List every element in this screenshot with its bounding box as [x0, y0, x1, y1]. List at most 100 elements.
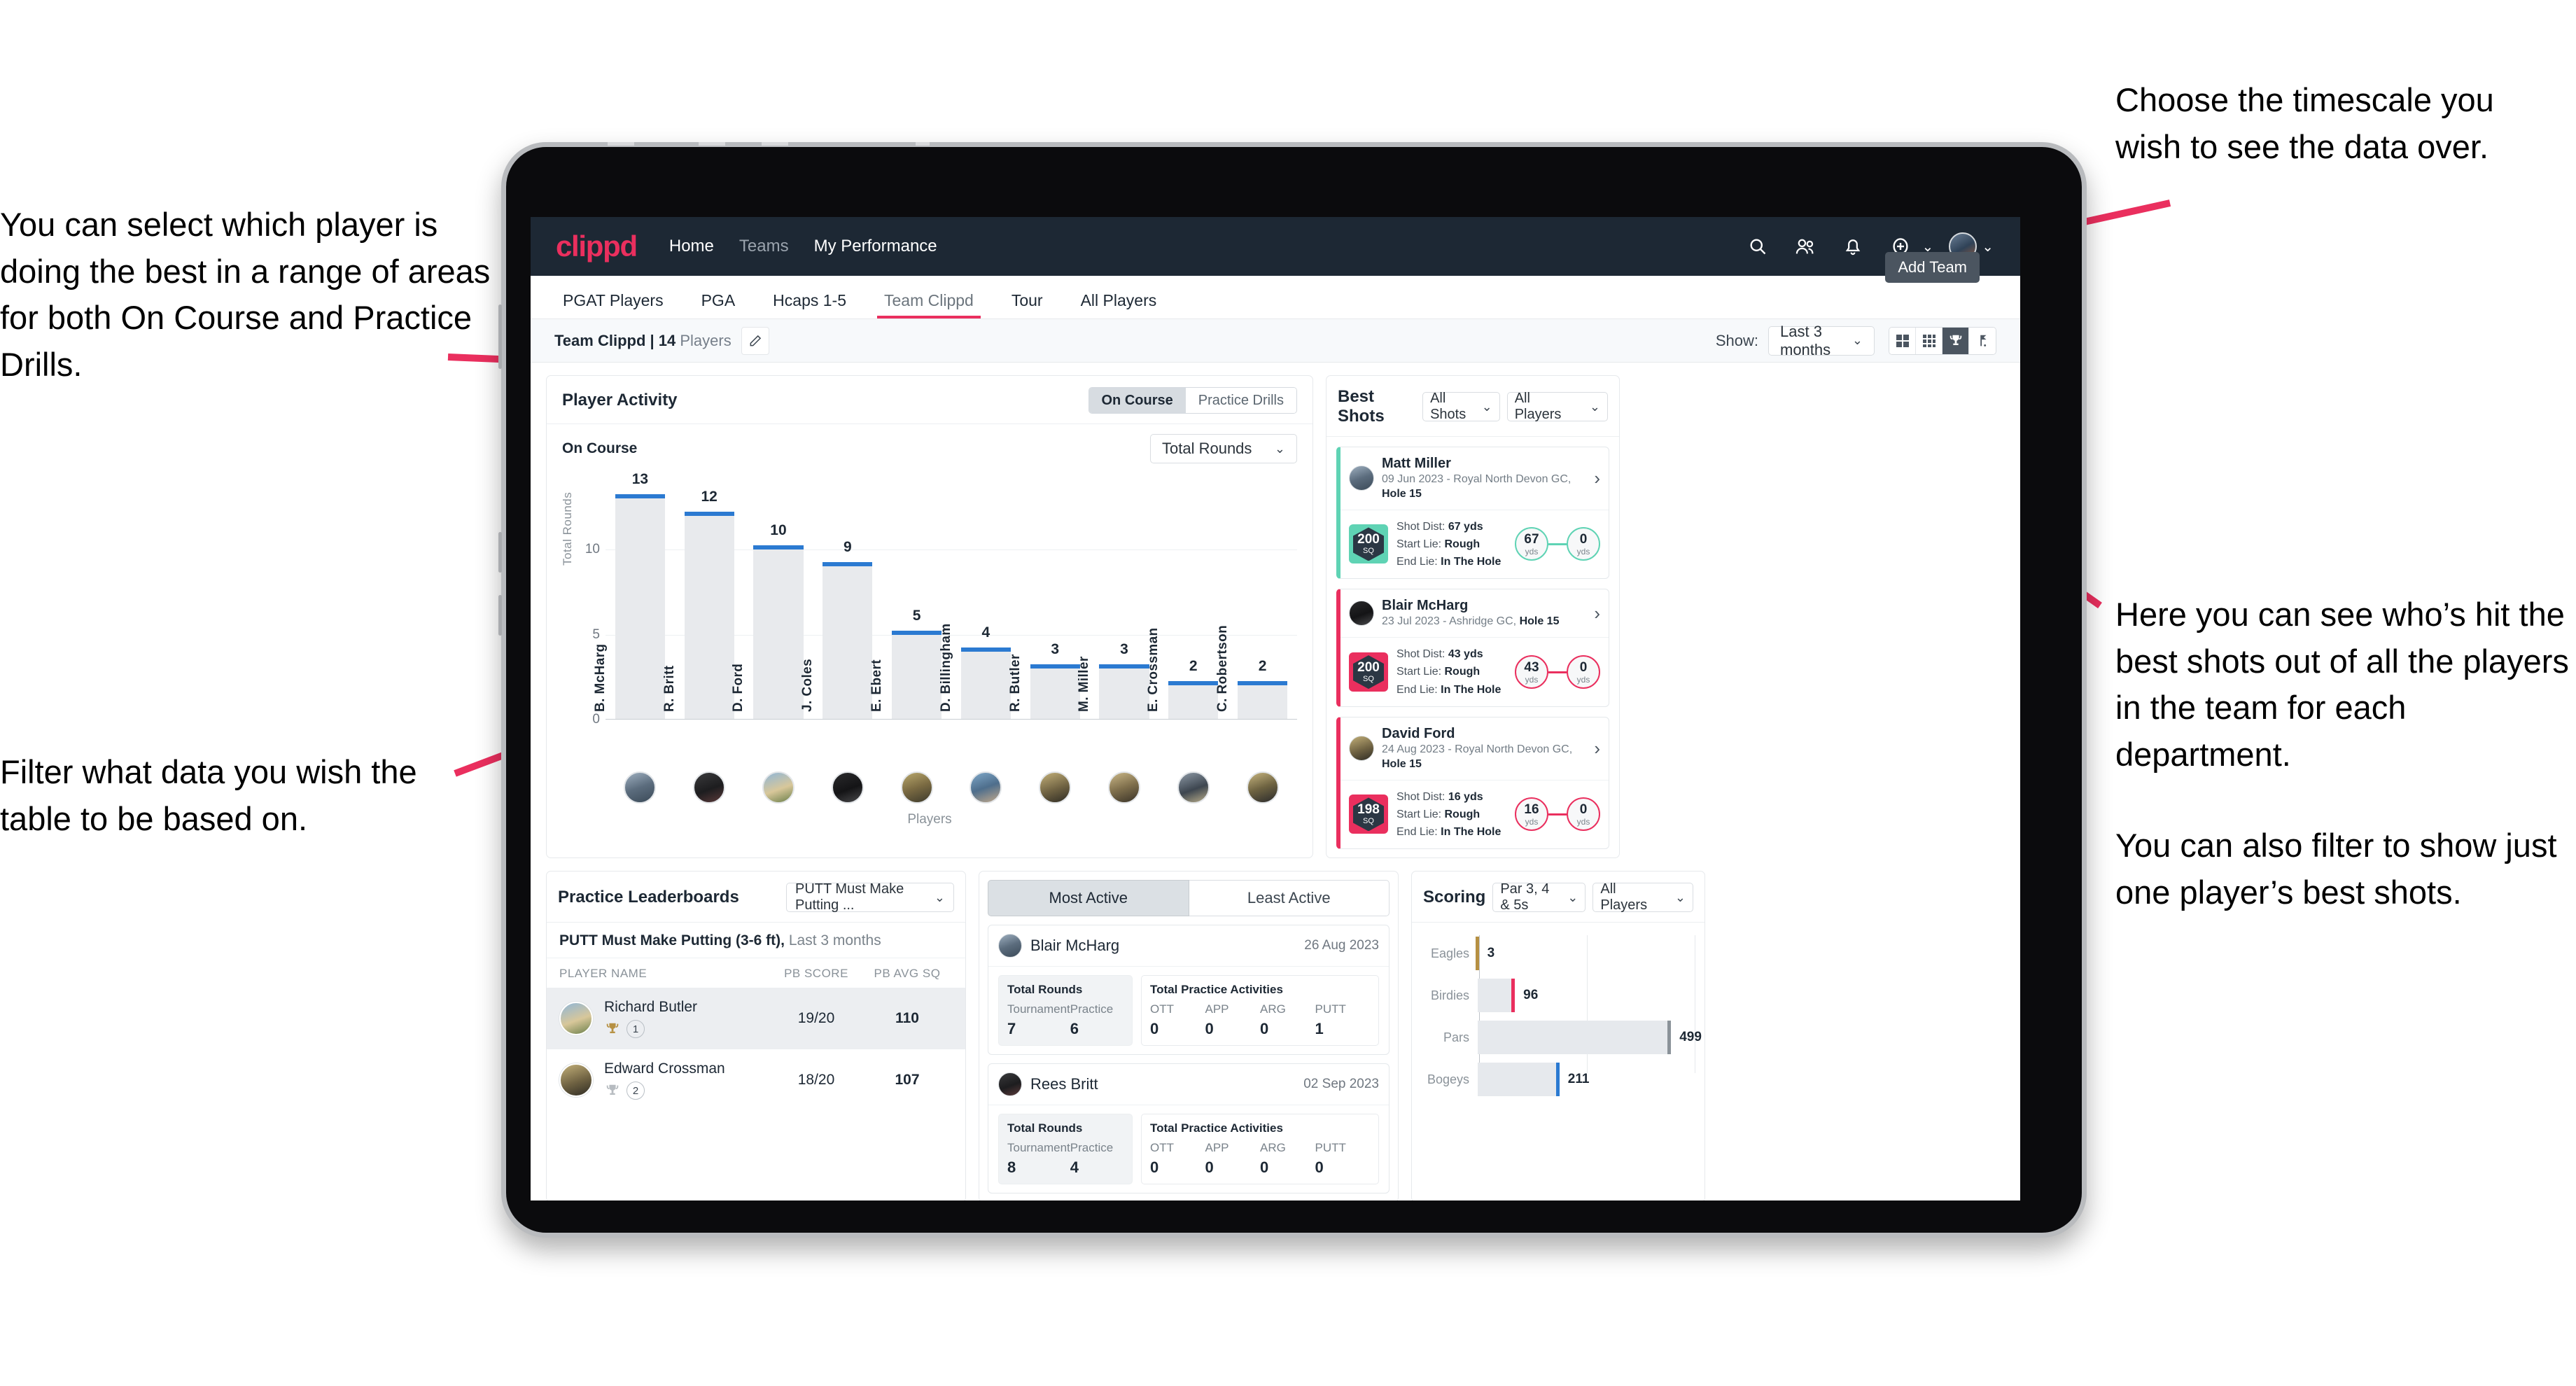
best-shot-stats: Shot Dist: 43 yds Start Lie: Rough End Lie…: [1396, 648, 1502, 696]
practice-value: 0: [1205, 1158, 1214, 1177]
bar-label: R. Butler: [1007, 654, 1023, 712]
grid-small-icon-button[interactable]: [1916, 327, 1942, 354]
practice-key: ARG: [1260, 1002, 1286, 1016]
player-avatar[interactable]: [1177, 771, 1210, 804]
player-avatar[interactable]: [969, 771, 1002, 804]
bell-icon[interactable]: [1837, 230, 1869, 262]
flag-icon-button[interactable]: [1969, 327, 1996, 354]
best-shot-header: Blair McHarg 23 Jul 2023 - Ashridge GC, H…: [1340, 589, 1609, 638]
timescale-select[interactable]: Last 3 months ⌄: [1768, 323, 1875, 358]
nav-link-my-performance[interactable]: My Performance: [814, 237, 937, 256]
nav-link-home[interactable]: Home: [669, 237, 714, 256]
bar-m-miller[interactable]: 3 M. Miller: [1077, 641, 1149, 719]
view-toggle-group: [1889, 326, 1996, 355]
best-shot-card[interactable]: Matt Miller 09 Jun 2023 - Royal North Dev…: [1336, 447, 1609, 580]
player-avatar[interactable]: [693, 771, 726, 804]
scoring-bar[interactable]: [1478, 1063, 1560, 1097]
best-shots-shot-filter[interactable]: All Shots ⌄: [1422, 391, 1500, 422]
bar-r-butler[interactable]: 3 R. Butler: [1008, 641, 1080, 719]
nav-link-teams[interactable]: Teams: [739, 237, 789, 256]
bar-cap: [892, 630, 942, 635]
team-title: Team Clippd | 14 Players: [554, 332, 732, 350]
segment-on-course[interactable]: On Course: [1088, 388, 1186, 413]
avatar-chevron-down-icon[interactable]: ⌄: [1982, 238, 1994, 255]
team-members-icon[interactable]: [1789, 230, 1821, 262]
chevron-right-icon[interactable]: ›: [1594, 469, 1600, 487]
bar-e-crossman[interactable]: 2 E. Crossman: [1146, 627, 1219, 719]
player-avatar-row: [606, 771, 1297, 804]
tab-team-clippd[interactable]: Team Clippd: [877, 291, 981, 318]
bar-c-robertson[interactable]: 2 C. Robertson: [1215, 625, 1288, 719]
practice-key: OTT: [1150, 1141, 1174, 1155]
scoring-bar[interactable]: [1478, 979, 1516, 1013]
bar-value: 5: [912, 607, 921, 624]
scoring-bar[interactable]: [1475, 937, 1479, 971]
bar-value: 13: [631, 471, 649, 488]
bar-d-ford[interactable]: 10 D. Ford: [731, 522, 804, 719]
tab-tour[interactable]: Tour: [1004, 291, 1050, 318]
activity-item[interactable]: Blair McHarg 26 Aug 2023 Total Rounds Tourn…: [988, 925, 1390, 1056]
grid-large-icon-button[interactable]: [1889, 327, 1916, 354]
edit-pencil-icon[interactable]: [741, 326, 769, 355]
player-avatar[interactable]: [624, 771, 657, 804]
best-shot-card[interactable]: Blair McHarg 23 Jul 2023 - Ashridge GC, H…: [1336, 589, 1609, 707]
rank-badge: 1: [626, 1020, 645, 1039]
chevron-down-icon: ⌄: [1274, 441, 1285, 456]
best-shots-player-filter[interactable]: All Players ⌄: [1506, 391, 1609, 422]
chevron-right-icon[interactable]: ›: [1594, 604, 1600, 622]
best-shot-body: 200 SQ Shot Dist: 67 yds Start Lie: Rough En…: [1340, 510, 1609, 579]
best-shot-player-name: Blair McHarg: [1382, 598, 1469, 614]
best-shot-card[interactable]: David Ford 24 Aug 2023 - Royal North Devo…: [1336, 716, 1609, 850]
player-avatar[interactable]: [1107, 771, 1140, 804]
shot-distance-diagram: 16 yds 0 yds: [1515, 797, 1600, 832]
drill-select[interactable]: PUTT Must Make Putting ... ⌄: [786, 881, 954, 913]
bar-e-ebert[interactable]: 5 E. Ebert: [869, 608, 942, 719]
tab-most-active[interactable]: Most Active: [988, 880, 1189, 917]
scoring-player-filter[interactable]: All Players ⌄: [1592, 881, 1693, 913]
add-team-tooltip: Add Team: [1885, 252, 1980, 283]
bar-j-coles[interactable]: 9 J. Coles: [800, 539, 873, 719]
player-avatar[interactable]: [831, 771, 864, 804]
trophy-icon-button[interactable]: [1942, 327, 1969, 354]
scoring-row: Birdies 96: [1422, 979, 1695, 1013]
bar-series: 13 B. McHarg 12 R. Britt 10 D. Ford 9 J. Coles 5…: [593, 471, 1297, 719]
shot-quality-badge: 200 SQ: [1349, 652, 1388, 692]
segment-practice-drills[interactable]: Practice Drills: [1185, 388, 1296, 413]
scoring-bar-cap: [1511, 979, 1516, 1013]
bar-label: R. Britt: [662, 665, 677, 712]
leaderboard-row[interactable]: Edward Crossman 2 18/20 107: [547, 1049, 965, 1111]
leaderboard-row[interactable]: Richard Butler 1 19/20 110: [547, 988, 965, 1050]
scoring-title: Scoring: [1423, 888, 1486, 907]
search-icon[interactable]: [1742, 230, 1774, 262]
practice-value: 1: [1315, 1020, 1324, 1038]
tab-pga[interactable]: PGA: [694, 291, 743, 318]
team-subbar: Team Clippd | 14 Players Show: Last 3 mo…: [531, 319, 2020, 363]
scoring-bar[interactable]: [1478, 1021, 1672, 1055]
bar-r-britt[interactable]: 12 R. Britt: [662, 489, 734, 719]
leaderboard-subtitle-light: Last 3 months: [785, 932, 881, 949]
tab-pgat-players[interactable]: PGAT Players: [556, 291, 671, 318]
scoring-par-filter[interactable]: Par 3, 4 & 5s ⌄: [1492, 881, 1586, 913]
tab-all-players[interactable]: All Players: [1074, 291, 1164, 318]
scoring-chart: Eagles 3 Birdies 96 Pars 499 Bogeys 211: [1412, 923, 1704, 1097]
tab-least-active[interactable]: Least Active: [1189, 880, 1390, 917]
bar-cap: [615, 494, 665, 499]
player-avatar[interactable]: [1246, 771, 1279, 804]
metric-select[interactable]: Total Rounds ⌄: [1150, 434, 1297, 463]
chevron-right-icon[interactable]: ›: [1594, 739, 1600, 757]
bar-label: E. Ebert: [869, 659, 885, 712]
bar-b-mcharg[interactable]: 13 B. McHarg: [593, 471, 665, 719]
player-avatar[interactable]: [762, 771, 794, 804]
bar-cap: [960, 647, 1011, 652]
tab-hcaps-1-5[interactable]: Hcaps 1-5: [766, 291, 853, 318]
activity-item[interactable]: Rees Britt 02 Sep 2023 Total Rounds Tournam…: [988, 1063, 1390, 1194]
player-avatar[interactable]: [900, 771, 933, 804]
practice-leaderboards-title: Practice Leaderboards: [558, 888, 739, 907]
avatar: [998, 934, 1022, 958]
player-avatar[interactable]: [1039, 771, 1072, 804]
clippd-logo[interactable]: clippd: [556, 230, 638, 263]
bar-d-billingham[interactable]: 4 D. Billingham: [939, 623, 1011, 719]
best-shot-header: Matt Miller 09 Jun 2023 - Royal North Dev…: [1340, 447, 1609, 510]
best-shot-stats: Shot Dist: 67 yds Start Lie: Rough End Lie…: [1396, 520, 1502, 568]
practice-key: APP: [1205, 1141, 1229, 1155]
